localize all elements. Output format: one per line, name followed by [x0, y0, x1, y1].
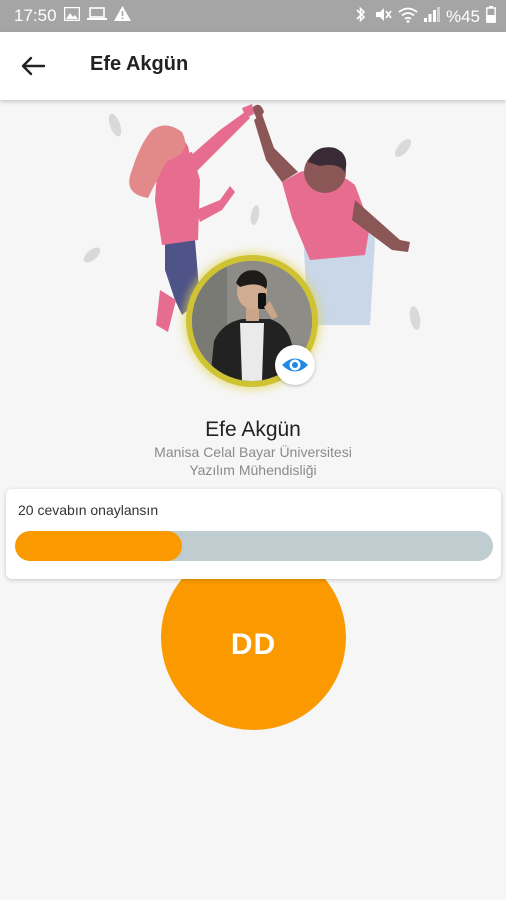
laptop-icon: [86, 6, 107, 26]
image-icon: [63, 6, 80, 26]
wifi-icon: [398, 7, 418, 28]
status-time: 17:50: [14, 6, 57, 25]
warning-icon: [113, 6, 131, 26]
profile-department: Yazılım Mühendisliği: [189, 462, 317, 478]
page-title: Efe Akgün: [90, 53, 189, 75]
signal-icon: [423, 7, 440, 27]
mute-icon: [374, 6, 392, 28]
profile-name: Efe Akgün: [205, 418, 301, 441]
battery-percent: %45: [445, 7, 480, 26]
back-button[interactable]: [18, 52, 50, 80]
status-bar: 17:50 %45: [0, 0, 506, 32]
eye-icon[interactable]: [275, 345, 315, 385]
status-bar-left: 17:50: [14, 6, 131, 26]
battery-icon: [486, 6, 496, 28]
arrow-back-icon[interactable]: [18, 52, 50, 80]
status-bar-right: %45: [354, 6, 496, 28]
bluetooth-icon: [354, 6, 368, 28]
progress-bar: [15, 531, 493, 561]
view-profile-button[interactable]: [275, 345, 315, 385]
progress-label: 20 cevabın onaylansın: [18, 502, 159, 518]
profile-university: Manisa Celal Bayar Üniversitesi: [154, 444, 352, 460]
app-bar: Efe Akgün: [0, 32, 506, 100]
progress-bar-fill: [15, 531, 183, 561]
progress-card: 20 cevabın onaylansın: [6, 489, 501, 579]
